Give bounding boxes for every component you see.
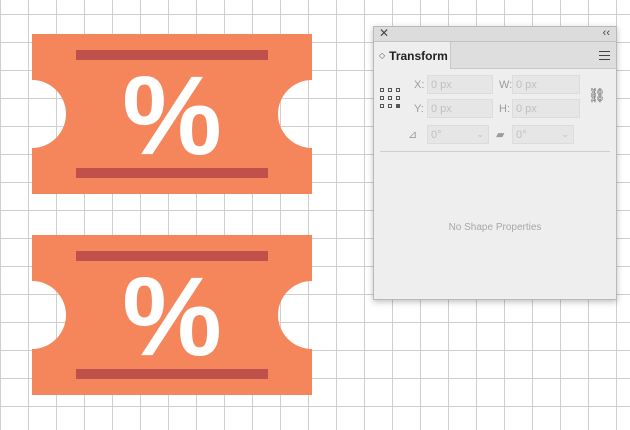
shear-field[interactable]: 0° ⌄ [512,125,574,144]
coupon-ticket-top[interactable]: % [32,34,312,194]
y-row: Y: 0 px [414,99,493,118]
chevron-down-icon[interactable]: ⌄ [476,129,484,140]
close-icon[interactable]: ✕ [379,26,389,40]
w-row: W: 0 px [499,75,580,94]
tab-transform[interactable]: ◇ Transform [374,42,451,69]
constrain-proportions-icon[interactable]: ⛓ [588,87,606,104]
x-field[interactable]: 0 px [427,75,493,94]
coupon-ticket-bottom[interactable]: % [32,235,312,395]
percent-symbol: % [122,254,222,379]
no-shape-message: No Shape Properties [448,222,542,233]
transform-panel: ✕ ‹‹ ◇ Transform X: 0 px W: 0 px Y: 0 px… [373,26,617,300]
rotate-field[interactable]: 0° ⌄ [427,125,489,144]
shear-value: 0° [516,128,527,141]
reference-point-icon[interactable] [380,88,400,108]
w-label: W: [499,78,513,91]
panel-title-bar[interactable]: ✕ ‹‹ [374,26,616,42]
expand-options-icon[interactable]: ◇ [379,51,385,60]
ticket-graphic: % [32,235,312,395]
collapse-icon[interactable]: ‹‹ [603,26,610,40]
rotate-value: 0° [431,128,442,141]
y-label: Y: [414,102,424,115]
panel-menu-icon[interactable] [599,51,610,63]
shear-icon: ▰ [496,129,505,141]
chevron-down-icon[interactable]: ⌄ [561,129,569,140]
rotate-icon: ⊿ [408,129,418,141]
h-row: H: 0 px [499,99,580,118]
percent-symbol: % [122,53,222,178]
rotate-row: ⊿ 0° ⌄ [408,125,489,144]
w-field[interactable]: 0 px [512,75,580,94]
x-row: X: 0 px [414,75,493,94]
x-label: X: [414,78,425,91]
ticket-graphic: % [32,34,312,194]
h-label: H: [499,102,510,115]
panel-divider [380,151,610,152]
panel-tab-bar: ◇ Transform [374,42,616,69]
h-field[interactable]: 0 px [512,99,580,118]
shear-row: ▰ 0° ⌄ [496,125,574,144]
y-field[interactable]: 0 px [427,99,493,118]
tab-transform-label: Transform [389,48,448,63]
